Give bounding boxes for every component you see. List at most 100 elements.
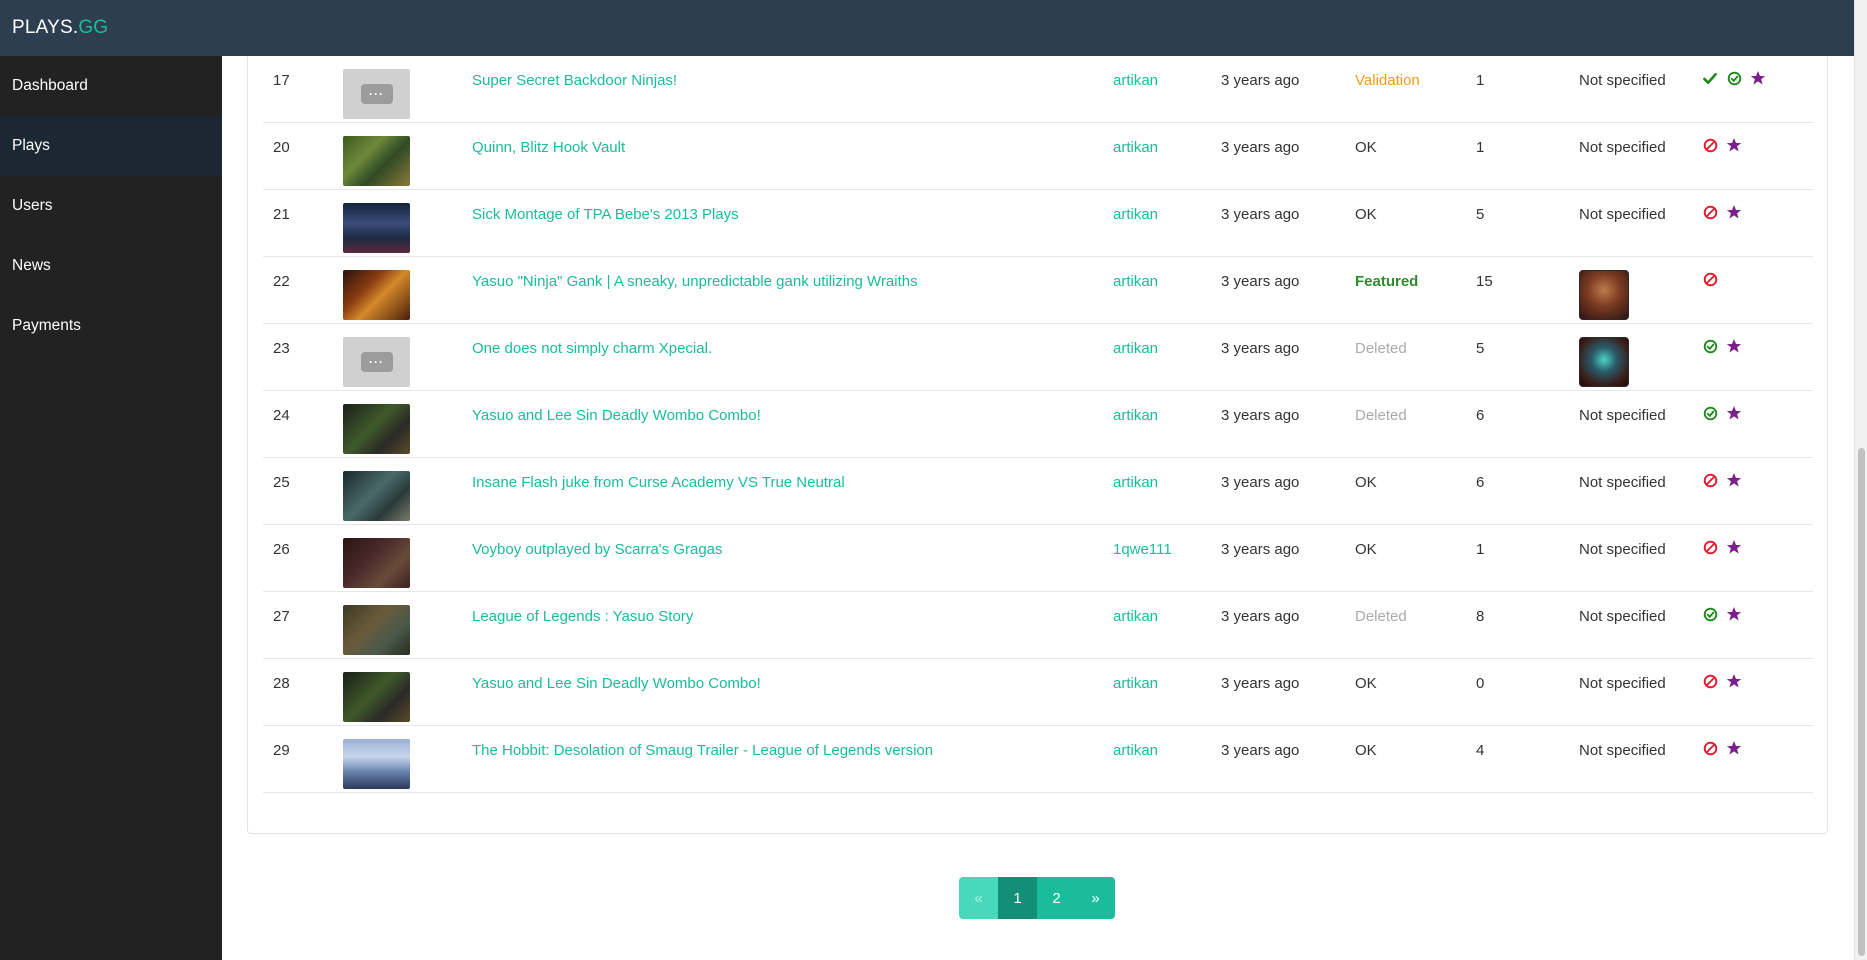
star-icon[interactable] (1726, 137, 1742, 153)
play-count: 8 (1476, 608, 1485, 625)
play-id: 22 (273, 273, 290, 290)
play-author-link[interactable]: artikan (1113, 742, 1158, 760)
play-author-link[interactable]: artikan (1113, 206, 1158, 224)
sidebar-item-users[interactable]: Users (0, 176, 222, 236)
sidebar-item-dashboard[interactable]: Dashboard (0, 56, 222, 116)
play-author-link[interactable]: artikan (1113, 407, 1158, 425)
table-row: 22 Yasuo "Ninja" Gank | A sneaky, unpredi… (263, 257, 1813, 324)
page-scrollbar[interactable] (1854, 0, 1867, 960)
play-id: 29 (273, 742, 290, 759)
checkmark-icon[interactable] (1702, 70, 1718, 86)
play-date: 3 years ago (1221, 742, 1300, 759)
ban-icon[interactable] (1702, 539, 1718, 555)
video-thumbnail[interactable] (343, 739, 410, 789)
video-thumbnail-placeholder[interactable]: ··· (343, 337, 410, 387)
play-author-link[interactable]: artikan (1113, 608, 1158, 626)
ban-icon[interactable] (1702, 271, 1718, 287)
star-icon[interactable] (1726, 606, 1742, 622)
play-author-link[interactable]: artikan (1113, 139, 1158, 157)
video-thumbnail[interactable] (343, 404, 410, 454)
ban-icon[interactable] (1702, 472, 1718, 488)
ban-icon[interactable] (1702, 673, 1718, 689)
play-status: OK (1355, 206, 1377, 223)
table-row: 21 Sick Montage of TPA Bebe's 2013 Plays a… (263, 190, 1813, 257)
champion-name: Not specified (1579, 72, 1666, 89)
row-actions (1702, 271, 1718, 287)
table-row: 24 Yasuo and Lee Sin Deadly Wombo Combo! a… (263, 391, 1813, 458)
video-thumbnail[interactable] (343, 270, 410, 320)
pagination-page-2[interactable]: 2 (1037, 877, 1076, 919)
play-title-link[interactable]: Insane Flash juke from Curse Academy VS … (472, 474, 845, 492)
play-title-link[interactable]: Sick Montage of TPA Bebe's 2013 Plays (472, 206, 739, 224)
play-title-link[interactable]: One does not simply charm Xpecial. (472, 340, 712, 358)
play-status: OK (1355, 742, 1377, 759)
play-date: 3 years ago (1221, 407, 1300, 424)
play-status: Validation (1355, 72, 1420, 89)
star-icon[interactable] (1726, 338, 1742, 354)
brand-logo[interactable]: PLAYS.GG (12, 17, 108, 39)
star-icon[interactable] (1726, 539, 1742, 555)
play-date: 3 years ago (1221, 474, 1300, 491)
video-thumbnail[interactable] (343, 672, 410, 722)
play-author-link[interactable]: 1qwe111 (1113, 541, 1172, 559)
sidebar-item-news[interactable]: News (0, 236, 222, 296)
sidebar-item-plays[interactable]: Plays (0, 116, 222, 176)
play-title-link[interactable]: League of Legends : Yasuo Story (472, 608, 693, 626)
check-circle-icon[interactable] (1726, 70, 1742, 86)
play-id: 26 (273, 541, 290, 558)
ban-icon[interactable] (1702, 740, 1718, 756)
pagination-page-1[interactable]: 1 (998, 877, 1037, 919)
table-row: 29 The Hobbit: Desolation of Smaug Traile… (263, 726, 1813, 793)
star-icon[interactable] (1726, 740, 1742, 756)
top-navbar: PLAYS.GG (0, 0, 1854, 56)
video-thumbnail[interactable] (343, 605, 410, 655)
sidebar: Dashboard Plays Users News Payments (0, 56, 222, 960)
pagination-next-button[interactable]: » (1076, 877, 1115, 919)
play-author-link[interactable]: artikan (1113, 72, 1158, 90)
star-icon[interactable] (1726, 472, 1742, 488)
table-row: 23 ··· One does not simply charm Xpecial. a… (263, 324, 1813, 391)
play-id: 23 (273, 340, 290, 357)
video-thumbnail[interactable] (343, 471, 410, 521)
check-circle-icon[interactable] (1702, 405, 1718, 421)
pagination-prev-button[interactable]: « (959, 877, 998, 919)
play-title-link[interactable]: The Hobbit: Desolation of Smaug Trailer … (472, 742, 933, 760)
play-author-link[interactable]: artikan (1113, 273, 1158, 291)
check-circle-icon[interactable] (1702, 338, 1718, 354)
table-row: 26 Voyboy outplayed by Scarra's Gragas 1qw… (263, 525, 1813, 592)
ban-icon[interactable] (1702, 137, 1718, 153)
play-title-link[interactable]: Yasuo and Lee Sin Deadly Wombo Combo! (472, 675, 761, 693)
play-date: 3 years ago (1221, 675, 1300, 692)
play-count: 6 (1476, 407, 1485, 424)
ban-icon[interactable] (1702, 204, 1718, 220)
sidebar-item-payments[interactable]: Payments (0, 296, 222, 356)
play-title-link[interactable]: Voyboy outplayed by Scarra's Gragas (472, 541, 723, 559)
play-count: 0 (1476, 675, 1485, 692)
plays-table-panel: 17 ··· Super Secret Backdoor Ninjas! artika… (247, 56, 1828, 834)
scrollbar-thumb[interactable] (1858, 448, 1865, 956)
check-circle-icon[interactable] (1702, 606, 1718, 622)
video-thumbnail[interactable] (343, 136, 410, 186)
star-icon[interactable] (1726, 204, 1742, 220)
video-thumbnail-placeholder[interactable]: ··· (343, 69, 410, 119)
star-icon[interactable] (1750, 70, 1766, 86)
champion-name: Not specified (1579, 474, 1666, 491)
play-author-link[interactable]: artikan (1113, 675, 1158, 693)
play-author-link[interactable]: artikan (1113, 340, 1158, 358)
play-title-link[interactable]: Yasuo and Lee Sin Deadly Wombo Combo! (472, 407, 761, 425)
play-title-link[interactable]: Quinn, Blitz Hook Vault (472, 139, 625, 157)
video-thumbnail[interactable] (343, 538, 410, 588)
star-icon[interactable] (1726, 405, 1742, 421)
video-thumbnail[interactable] (343, 203, 410, 253)
play-title-link[interactable]: Yasuo "Ninja" Gank | A sneaky, unpredict… (472, 273, 918, 291)
play-id: 28 (273, 675, 290, 692)
play-id: 25 (273, 474, 290, 491)
champion-name: Not specified (1579, 541, 1666, 558)
star-icon[interactable] (1726, 673, 1742, 689)
row-actions (1702, 740, 1742, 756)
play-title-link[interactable]: Super Secret Backdoor Ninjas! (472, 72, 677, 90)
champion-name: Not specified (1579, 206, 1666, 223)
play-author-link[interactable]: artikan (1113, 474, 1158, 492)
row-actions (1702, 70, 1766, 86)
table-row: 25 Insane Flash juke from Curse Academy V… (263, 458, 1813, 525)
